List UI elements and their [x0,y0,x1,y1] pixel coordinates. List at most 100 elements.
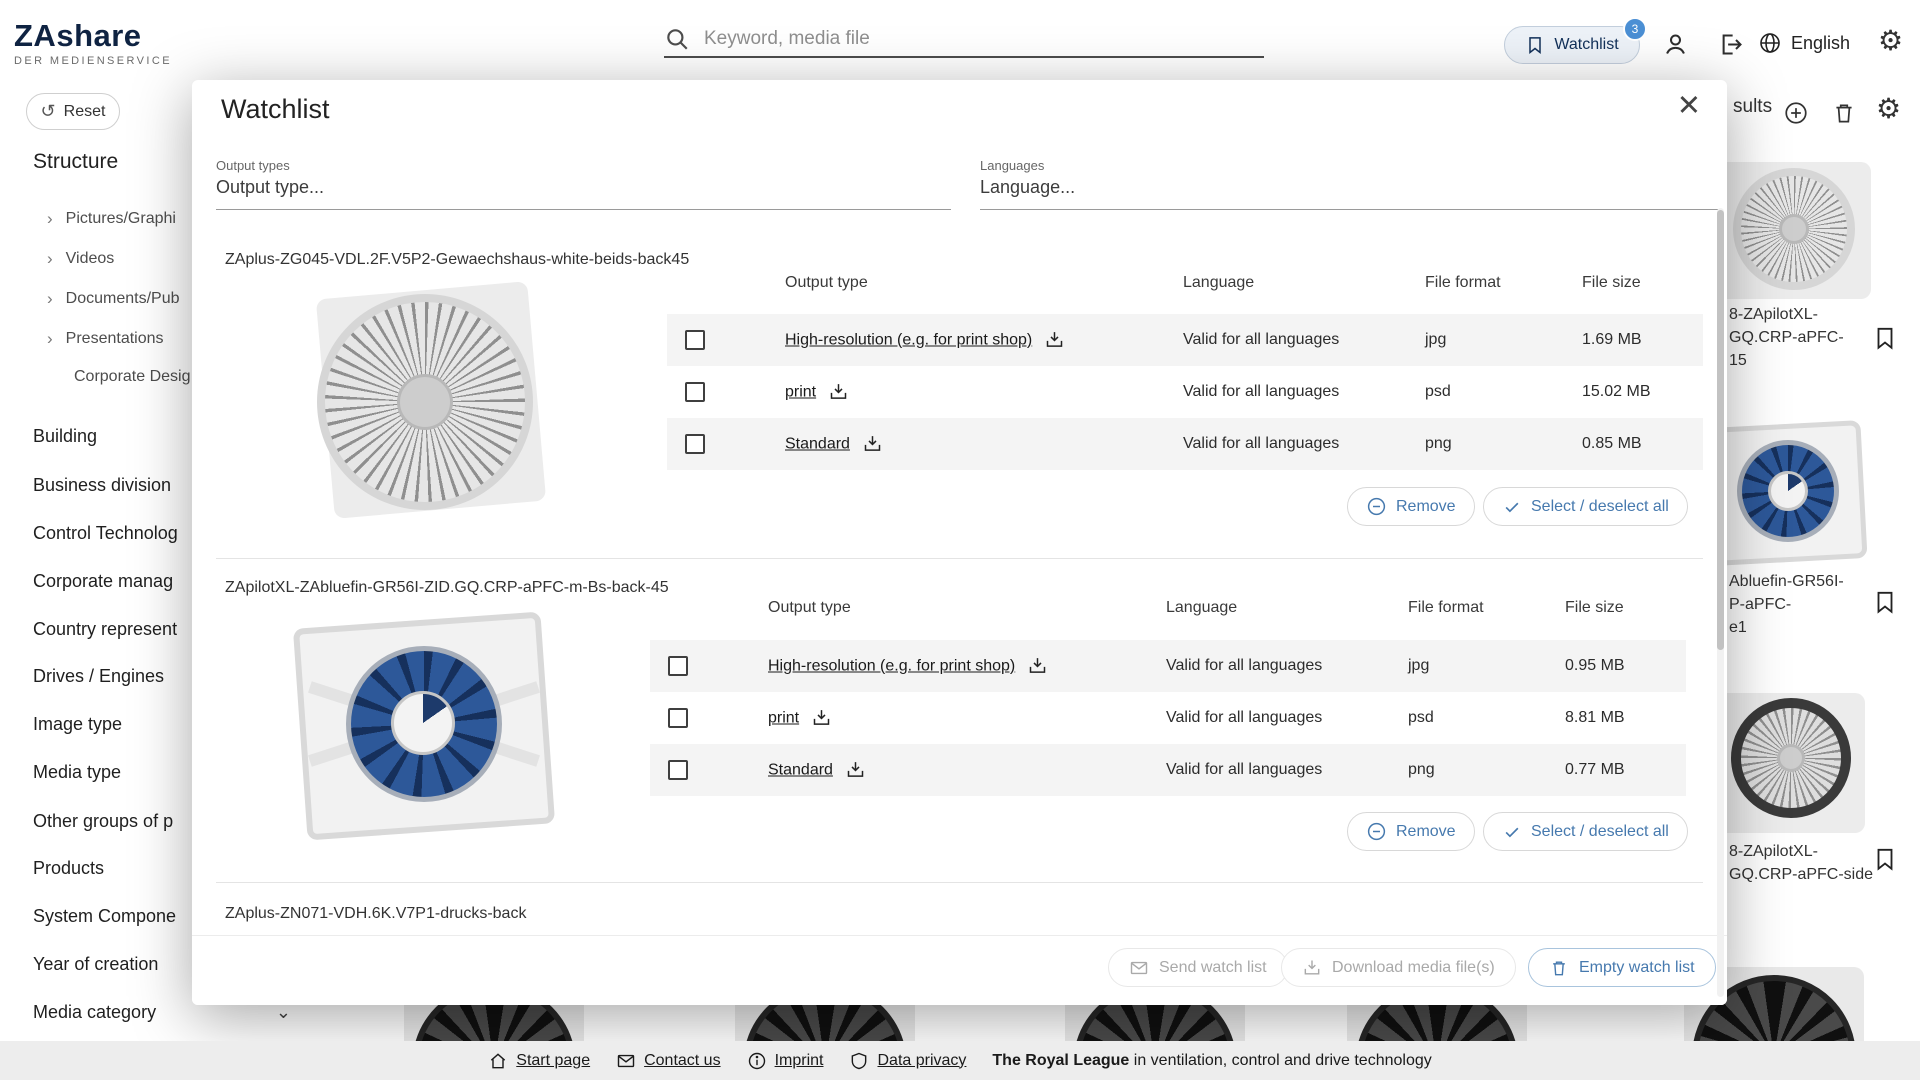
trash-icon[interactable] [1831,100,1857,126]
watchlist-button[interactable]: Watchlist 3 [1504,26,1640,64]
row-checkbox[interactable] [668,708,688,728]
structure-item-pictures-graphics[interactable]: › Pictures/Graphi [47,209,176,229]
close-icon[interactable]: ✕ [1677,92,1701,121]
remove-button[interactable]: Remove [1347,812,1475,851]
reset-filters-button[interactable]: ↺ Reset [26,93,120,130]
filter-label: System Compone [33,906,176,927]
filter-label: Image type [33,714,122,735]
language-selector[interactable]: English [1758,31,1850,55]
filter-label: Products [33,858,104,879]
empty-watchlist-button[interactable]: Empty watch list [1528,948,1716,987]
download-media-files-button[interactable]: Download media file(s) [1281,948,1516,987]
footer-link-imprint[interactable]: Imprint [747,1051,824,1071]
output-type-link[interactable]: print [768,708,832,729]
settings-gear-icon[interactable]: ⚙ [1878,24,1903,58]
chevron-down-icon: ⌄ [276,1002,291,1023]
download-icon[interactable] [862,434,883,455]
output-type-link[interactable]: Standard [785,434,883,455]
row-file-size: 0.85 MB [1582,435,1642,453]
bookmark-icon[interactable] [1872,846,1898,872]
footer-link-start-page[interactable]: Start page [488,1051,590,1071]
brand-name-primary: ZA [14,18,56,53]
brand-logo[interactable]: ZAshare DER MEDIENSERVICE [14,20,172,67]
column-header-file-size: File size [1582,274,1641,292]
result-thumbnail[interactable] [1705,418,1870,568]
row-file-format: psd [1425,383,1451,401]
filter-label: Media type [33,762,121,783]
table-row: Standard Valid for all languages png 0.7… [650,744,1686,796]
send-watchlist-button[interactable]: Send watch list [1108,948,1288,987]
brand-name-secondary: share [56,18,141,53]
structure-item-label: Presentations [66,330,164,348]
modal-title: Watchlist [221,94,330,125]
table-row: print Valid for all languages psd 8.81 M… [650,692,1686,744]
languages-select[interactable]: Languages Language... [980,158,1718,210]
table-header-row: Output type Language File format File si… [667,270,1703,314]
global-search [664,22,1264,58]
output-type-link[interactable]: High-resolution (e.g. for print shop) [785,330,1065,351]
select-deselect-all-button[interactable]: Select / deselect all [1483,487,1688,526]
modal-scrollbar-thumb[interactable] [1717,210,1724,650]
item-divider [216,558,1703,559]
structure-item-presentations[interactable]: › Presentations [47,329,164,349]
select-deselect-all-button[interactable]: Select / deselect all [1483,812,1688,851]
footer-tagline: The Royal League in ventilation, control… [992,1052,1431,1070]
download-icon[interactable] [1044,330,1065,351]
result-thumbnail[interactable] [1705,158,1875,303]
watchlist-modal: Watchlist ✕ Output types Output type... … [192,80,1727,1005]
output-types-value: Output type... [216,177,951,198]
bookmark-icon[interactable] [1872,589,1898,615]
structure-item-videos[interactable]: › Videos [47,249,114,269]
structure-item-documents[interactable]: › Documents/Pub [47,289,180,309]
filter-label: Drives / Engines [33,666,164,687]
output-type-link[interactable]: High-resolution (e.g. for print shop) [768,656,1048,677]
footer-link-contact-us[interactable]: Contact us [616,1051,720,1071]
result-thumbnail[interactable] [1705,688,1870,838]
remove-button[interactable]: Remove [1347,487,1475,526]
product-image-centrifugal-fan [288,612,563,842]
row-language: Valid for all languages [1183,331,1339,349]
results-settings-gear-icon[interactable]: ⚙ [1876,92,1901,126]
output-type-link[interactable]: Standard [768,760,866,781]
row-checkbox[interactable] [685,434,705,454]
watchlist-count-badge: 3 [1623,17,1647,41]
check-icon [1502,822,1522,842]
structure-heading: Structure [33,150,118,174]
structure-item-label: Documents/Pub [66,290,180,308]
filter-label: Country represent [33,619,177,640]
page-footer: Start page Contact us Imprint Data priva… [0,1041,1920,1080]
add-circle-icon[interactable] [1783,100,1809,126]
row-file-format: png [1408,761,1435,779]
row-file-format: png [1425,435,1452,453]
bookmark-icon[interactable] [1872,325,1898,351]
row-checkbox[interactable] [685,382,705,402]
row-language: Valid for all languages [1183,435,1339,453]
logout-icon[interactable] [1718,31,1745,58]
row-checkbox[interactable] [668,760,688,780]
row-language: Valid for all languages [1166,761,1322,779]
row-checkbox[interactable] [668,656,688,676]
footer-link-data-privacy[interactable]: Data privacy [849,1051,966,1071]
user-account-icon[interactable] [1662,31,1689,58]
download-icon[interactable] [1027,656,1048,677]
table-row: Standard Valid for all languages png 0.8… [667,418,1703,470]
column-header-output-type: Output type [785,274,868,292]
row-language: Valid for all languages [1183,383,1339,401]
row-file-size: 0.95 MB [1565,657,1625,675]
filter-item-media-category[interactable]: Media category ⌄ [33,1002,291,1023]
brand-subtitle: DER MEDIENSERVICE [14,55,172,67]
download-icon[interactable] [811,708,832,729]
column-header-output-type: Output type [768,599,851,617]
column-header-file-format: File format [1408,599,1484,617]
bookmark-icon [1525,35,1545,55]
structure-item-label: Pictures/Graphi [66,210,176,228]
row-checkbox[interactable] [685,330,705,350]
download-icon[interactable] [845,760,866,781]
download-icon[interactable] [828,382,849,403]
output-type-link[interactable]: print [785,382,849,403]
chevron-right-icon: › [47,329,53,349]
output-types-select[interactable]: Output types Output type... [216,158,951,210]
search-input[interactable] [704,28,1264,50]
filter-label: Building [33,426,97,447]
structure-item-corporate-design[interactable]: Corporate Desig [74,368,191,386]
